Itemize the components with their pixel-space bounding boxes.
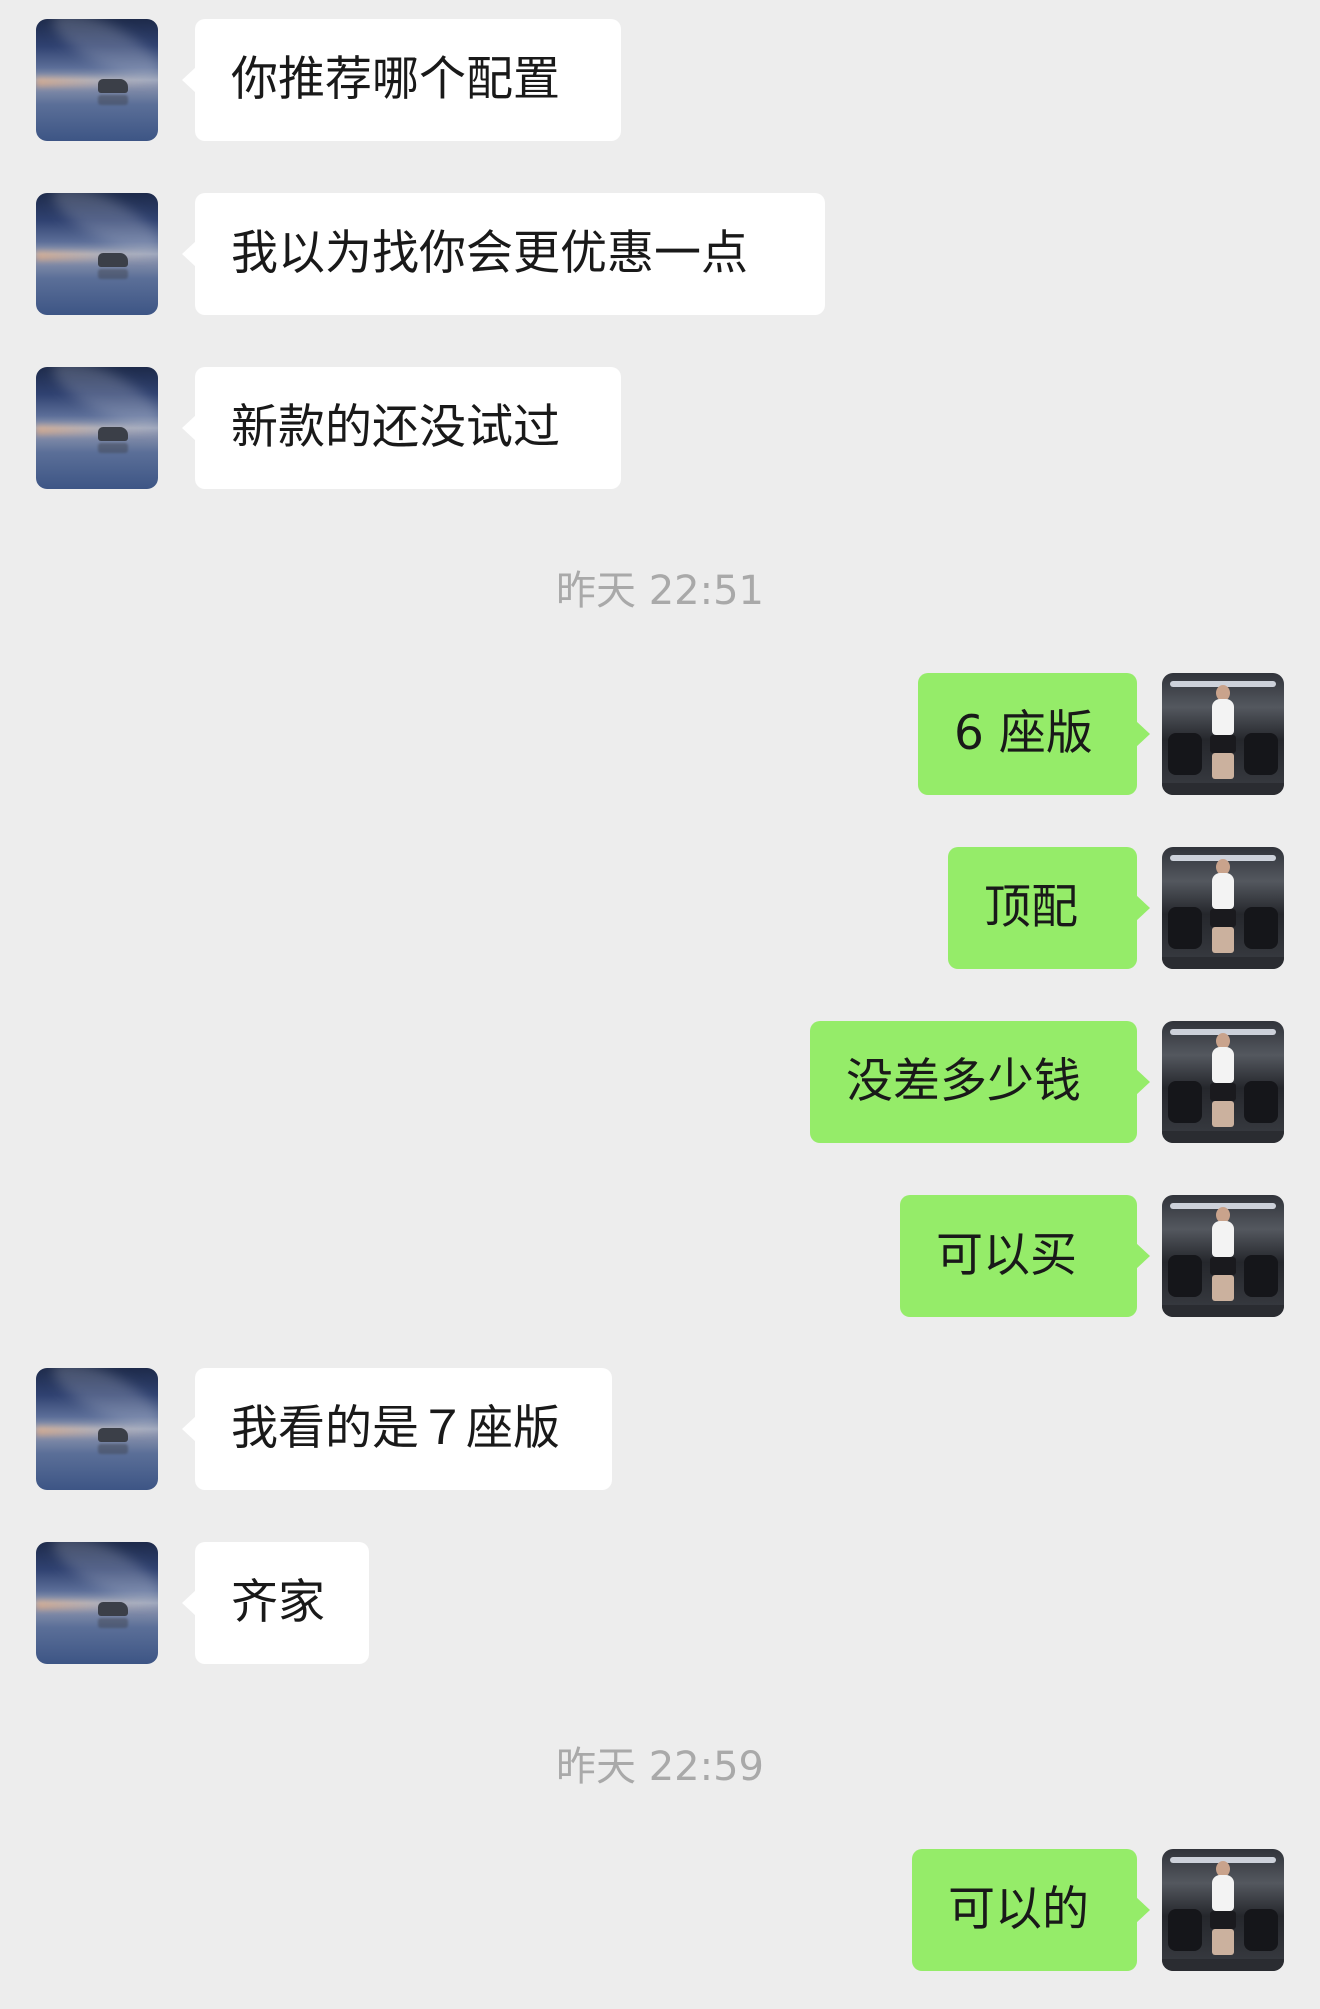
car-reflection [98,269,128,279]
floor [1162,1131,1284,1143]
timestamp: 昨天 22:59 [556,1744,764,1790]
contact-avatar[interactable] [36,367,158,489]
timestamp: 昨天 22:51 [556,568,764,614]
chat-message-list[interactable]: 你推荐哪个配置 我以为找你会更优惠一点 新款的还没试过 昨天 22:51 6 座… [0,0,1320,2009]
floor [1162,957,1284,969]
outgoing-message: 6 座版 [0,673,1320,795]
message-bubble[interactable]: 你推荐哪个配置 [182,19,621,141]
person-legs [1212,1929,1234,1955]
contact-avatar[interactable] [36,193,158,315]
person-shorts [1210,1911,1236,1929]
incoming-message: 新款的还没试过 [0,367,1320,489]
person-torso [1212,1875,1234,1911]
person-shorts [1210,1257,1236,1275]
car-reflection [98,443,128,453]
left-seat [1168,733,1202,775]
car-silhouette [98,1428,128,1442]
floor [1162,1305,1284,1317]
left-seat [1168,907,1202,949]
right-seat [1244,1255,1278,1297]
horizon-glow [36,1600,158,1610]
my-avatar[interactable] [1162,1021,1284,1143]
floor [1162,1959,1284,1971]
car-silhouette [98,79,128,93]
horizon-glow [36,425,158,435]
horizon-glow [36,1426,158,1436]
contact-avatar[interactable] [36,1368,158,1490]
person-legs [1212,1275,1234,1301]
incoming-message: 齐家 [0,1542,1320,1664]
incoming-message: 我以为找你会更优惠一点 [0,193,1320,315]
message-bubble[interactable]: 可以买 [900,1195,1150,1317]
person-legs [1212,753,1234,779]
message-bubble[interactable]: 没差多少钱 [810,1021,1150,1143]
message-bubble[interactable]: 6 座版 [918,673,1150,795]
person-torso [1212,1221,1234,1257]
horizon-glow [36,251,158,261]
horizon-glow [36,77,158,87]
outgoing-message: 没差多少钱 [0,1021,1320,1143]
left-seat [1168,1255,1202,1297]
person-torso [1212,699,1234,735]
incoming-message: 我看的是７座版 [0,1368,1320,1490]
message-bubble[interactable]: 我以为找你会更优惠一点 [182,193,825,315]
right-seat [1244,907,1278,949]
message-bubble[interactable]: 可以的 [912,1849,1150,1971]
outgoing-message: 顶配 [0,847,1320,969]
my-avatar[interactable] [1162,673,1284,795]
floor [1162,783,1284,795]
my-avatar[interactable] [1162,1849,1284,1971]
my-avatar[interactable] [1162,847,1284,969]
incoming-message: 你推荐哪个配置 [0,19,1320,141]
person-shorts [1210,1083,1236,1101]
contact-avatar[interactable] [36,19,158,141]
message-bubble[interactable]: 顶配 [948,847,1150,969]
outgoing-message: 可以买 [0,1195,1320,1317]
my-avatar[interactable] [1162,1195,1284,1317]
person-legs [1212,927,1234,953]
car-reflection [98,95,128,105]
right-seat [1244,1081,1278,1123]
message-bubble[interactable]: 我看的是７座版 [182,1368,612,1490]
person-torso [1212,1047,1234,1083]
person-shorts [1210,735,1236,753]
person-shorts [1210,909,1236,927]
car-reflection [98,1618,128,1628]
person-torso [1212,873,1234,909]
car-silhouette [98,1602,128,1616]
message-bubble[interactable]: 新款的还没试过 [182,367,621,489]
left-seat [1168,1909,1202,1951]
contact-avatar[interactable] [36,1542,158,1664]
car-reflection [98,1444,128,1454]
left-seat [1168,1081,1202,1123]
right-seat [1244,733,1278,775]
car-silhouette [98,427,128,441]
message-bubble[interactable]: 齐家 [182,1542,369,1664]
car-silhouette [98,253,128,267]
outgoing-message: 可以的 [0,1849,1320,1971]
person-legs [1212,1101,1234,1127]
right-seat [1244,1909,1278,1951]
